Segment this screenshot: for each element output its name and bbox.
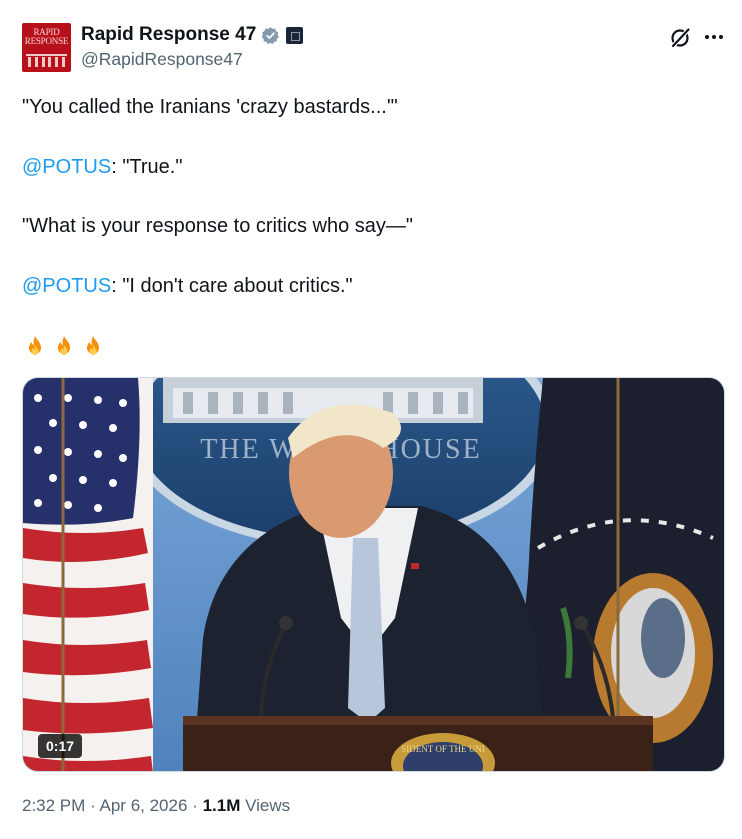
video-duration-badge: 0:17 bbox=[38, 734, 83, 758]
mention-link[interactable]: @POTUS bbox=[22, 275, 111, 297]
tweet-line-2: @POTUS: "True." bbox=[22, 155, 722, 179]
avatar-logo-line2: RESPONSE bbox=[24, 36, 69, 46]
mention-link[interactable]: @POTUS bbox=[22, 156, 111, 178]
display-name[interactable]: Rapid Response 47 bbox=[81, 24, 256, 46]
tweet-line-4: @POTUS: "I don't care about critics." bbox=[22, 274, 722, 298]
name-row: Rapid Response 47 bbox=[81, 23, 304, 47]
fire-emoji bbox=[87, 336, 99, 355]
tweet-line-3: "What is your response to critics who sa… bbox=[22, 215, 413, 237]
avatar-logo-text: RAPID RESPONSE bbox=[22, 28, 71, 46]
tweet-time[interactable]: 2:32 PM bbox=[22, 796, 85, 815]
verified-badge-icon[interactable] bbox=[261, 26, 280, 45]
fire-emoji bbox=[29, 336, 41, 355]
podium-seal-text: SIDENT OF THE UNI bbox=[401, 744, 484, 754]
avatar[interactable]: RAPID RESPONSE bbox=[22, 23, 71, 72]
fire-emoji-row bbox=[22, 334, 109, 360]
presidential-flag bbox=[521, 378, 724, 771]
views-count: 1.1M bbox=[202, 796, 241, 815]
handle[interactable]: @RapidResponse47 bbox=[81, 49, 243, 70]
more-options-icon[interactable] bbox=[701, 24, 727, 50]
american-flag bbox=[23, 378, 153, 771]
podium: SIDENT OF THE UNI bbox=[183, 716, 653, 771]
separator: · bbox=[90, 796, 96, 815]
tweet-header: RAPID RESPONSE Rapid Response 47 @RapidR… bbox=[22, 20, 727, 76]
tweet-line-2-text: : "True." bbox=[111, 156, 183, 178]
tweet-line-1: "You called the Iranians 'crazy bastards… bbox=[22, 96, 398, 118]
separator: · bbox=[192, 796, 198, 815]
tweet-line-4-text: : "I don't care about critics." bbox=[111, 275, 353, 297]
avatar-columns bbox=[26, 54, 67, 67]
video-frame: THE WHITE HOUSE bbox=[23, 378, 724, 771]
video-player[interactable]: THE WHITE HOUSE bbox=[22, 377, 725, 772]
tweet-date[interactable]: Apr 6, 2026 bbox=[100, 796, 188, 815]
tweet-meta: 2:32 PM · Apr 6, 2026 · 1.1M Views bbox=[22, 796, 290, 816]
fire-emoji bbox=[58, 336, 70, 355]
affiliation-badge-icon[interactable] bbox=[286, 26, 304, 44]
grok-icon[interactable] bbox=[668, 26, 692, 50]
views-label: Views bbox=[245, 796, 291, 815]
